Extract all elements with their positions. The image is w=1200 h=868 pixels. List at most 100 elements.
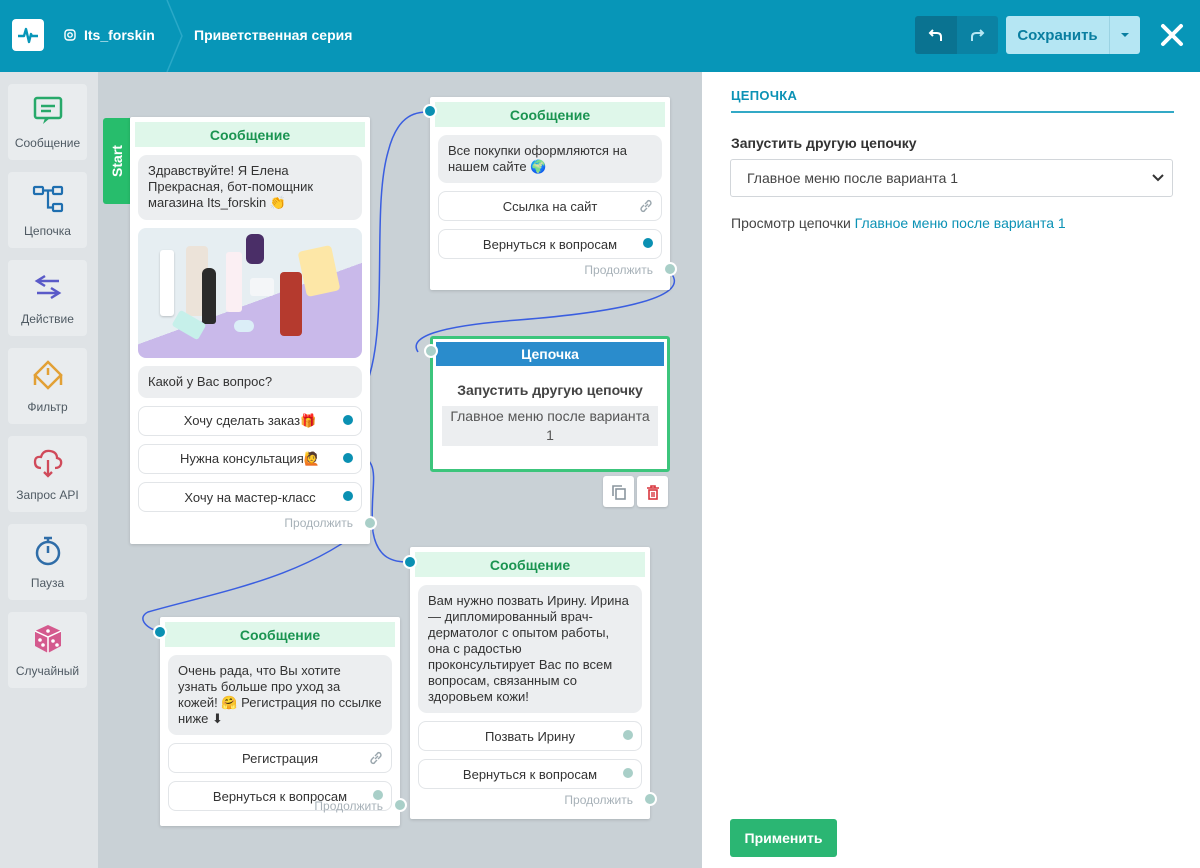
continue-port[interactable] (363, 516, 377, 530)
tool-random[interactable]: Случайный (8, 612, 87, 688)
duplicate-node-button[interactable] (603, 476, 634, 507)
output-port[interactable] (341, 413, 355, 427)
link-icon (640, 199, 652, 213)
output-port[interactable] (621, 766, 635, 780)
filter-icon (32, 360, 63, 390)
panel-section-title: ЦЕПОЧКА (731, 88, 798, 103)
reply-button[interactable]: Вернуться к вопросам (438, 229, 662, 259)
chain-preview-link[interactable]: Главное меню после варианта 1 (855, 215, 1066, 231)
trash-icon (646, 484, 659, 500)
account-name[interactable]: Its_forskin (64, 27, 155, 43)
message-bubble: Какой у Вас вопрос? (138, 366, 362, 398)
top-bar: Its_forskin Приветственная серия Сохрани… (0, 0, 1200, 72)
delete-node-button[interactable] (637, 476, 668, 507)
tools-sidebar: Сообщение Цепочка Действие Фильтр Запрос… (0, 72, 98, 868)
tool-message[interactable]: Сообщение (8, 84, 87, 160)
flow-canvas[interactable]: Start Сообщение Здравствуйте! Я Елена Пр… (98, 72, 702, 868)
tool-label: Действие (21, 312, 74, 326)
breadcrumb-separator (166, 0, 183, 72)
tool-action[interactable]: Действие (8, 260, 87, 336)
reply-button[interactable]: Нужна консультация🙋 (138, 444, 362, 474)
tool-chain[interactable]: Цепочка (8, 172, 87, 248)
node-header: Сообщение (135, 122, 365, 147)
chain-preview: Просмотр цепочки Главное меню после вари… (731, 215, 1066, 231)
tool-filter[interactable]: Фильтр (8, 348, 87, 424)
message-bubble: Очень рада, что Вы хотите узнать больше … (168, 655, 392, 735)
continue-port[interactable] (663, 262, 677, 276)
instagram-icon (64, 29, 76, 41)
reply-button[interactable]: Позвать Ирину (418, 721, 642, 751)
tool-pause[interactable]: Пауза (8, 524, 87, 600)
output-port[interactable] (641, 236, 655, 250)
output-port[interactable] (341, 451, 355, 465)
reply-button[interactable]: Вернуться к вопросам (418, 759, 642, 789)
chain-node[interactable]: Цепочка Запустить другую цепочку Главное… (424, 336, 670, 472)
action-icon (34, 274, 61, 300)
message-bubble: Вам нужно позвать Ирину. Ирина — дипломи… (418, 585, 642, 713)
redo-icon (971, 29, 985, 41)
continue-port[interactable] (643, 792, 657, 806)
product-image (138, 228, 362, 358)
message-bubble: Все покупки оформляются на нашем сайте 🌍 (438, 135, 662, 183)
tool-label: Пауза (30, 576, 65, 590)
link-button[interactable]: Регистрация (168, 743, 392, 773)
tool-label: Случайный (15, 664, 80, 678)
continue-port[interactable] (393, 798, 407, 812)
message-node-start[interactable]: Сообщение Здравствуйте! Я Елена Прекрасн… (130, 117, 377, 544)
node-header: Сообщение (435, 102, 665, 127)
chevron-down-icon (1152, 174, 1164, 182)
message-bubble: Здравствуйте! Я Елена Прекрасная, бот-по… (138, 155, 362, 220)
chain-select[interactable]: Главное меню после варианта 1 (730, 159, 1173, 197)
chain-target: Главное меню после варианта 1 (442, 406, 658, 446)
continue-label: Продолжить (284, 516, 353, 530)
tool-label: Сообщение (14, 136, 81, 150)
tool-api[interactable]: Запрос API (8, 436, 87, 512)
node-header: Сообщение (165, 622, 395, 647)
chain-action-title: Запустить другую цепочку (457, 382, 643, 398)
history-controls (915, 16, 998, 54)
reply-button[interactable]: Хочу сделать заказ🎁 (138, 406, 362, 436)
output-port[interactable] (341, 489, 355, 503)
message-node-irina[interactable]: Сообщение Вам нужно позвать Ирину. Ирина… (403, 547, 657, 819)
chain-icon (32, 185, 63, 213)
close-icon[interactable] (1159, 22, 1185, 48)
save-group: Сохранить (1006, 16, 1140, 54)
tool-label: Фильтр (27, 400, 68, 414)
preview-prefix: Просмотр цепочки (731, 215, 851, 231)
message-icon (33, 96, 62, 124)
tool-label: Цепочка (24, 224, 71, 238)
save-button[interactable]: Сохранить (1006, 16, 1109, 54)
reply-button[interactable]: Хочу на мастер-класс (138, 482, 362, 512)
api-icon (33, 449, 62, 478)
properties-panel: ЦЕПОЧКА Запустить другую цепочку Главное… (702, 72, 1200, 868)
continue-label: Продолжить (564, 793, 633, 807)
input-port[interactable] (403, 555, 417, 569)
start-marker: Start (103, 118, 130, 204)
page-title: Приветственная серия (194, 27, 353, 43)
link-icon (370, 751, 382, 765)
output-port[interactable] (621, 728, 635, 742)
message-node-register[interactable]: Сообщение Очень рада, что Вы хотите узна… (153, 617, 407, 826)
input-port[interactable] (424, 344, 438, 358)
input-port[interactable] (153, 625, 167, 639)
message-node-site[interactable]: Сообщение Все покупки оформляются на наш… (423, 97, 677, 290)
pause-icon (35, 536, 60, 566)
continue-label: Продолжить (314, 799, 383, 813)
tool-label: Запрос API (16, 488, 79, 502)
dice-icon (34, 625, 61, 653)
field-label: Запустить другую цепочку (731, 135, 917, 151)
undo-button[interactable] (915, 16, 957, 54)
input-port[interactable] (423, 104, 437, 118)
section-divider (731, 111, 1174, 113)
redo-button[interactable] (956, 16, 998, 54)
node-header: Цепочка (436, 342, 664, 366)
save-options-button[interactable] (1109, 16, 1140, 54)
continue-label: Продолжить (584, 263, 653, 277)
node-header: Сообщение (415, 552, 645, 577)
app-logo-icon[interactable] (12, 19, 44, 51)
copy-icon (611, 484, 626, 500)
apply-button[interactable]: Применить (730, 819, 837, 857)
link-button[interactable]: Ссылка на сайт (438, 191, 662, 221)
account-label: Its_forskin (84, 27, 155, 43)
undo-icon (928, 29, 942, 41)
